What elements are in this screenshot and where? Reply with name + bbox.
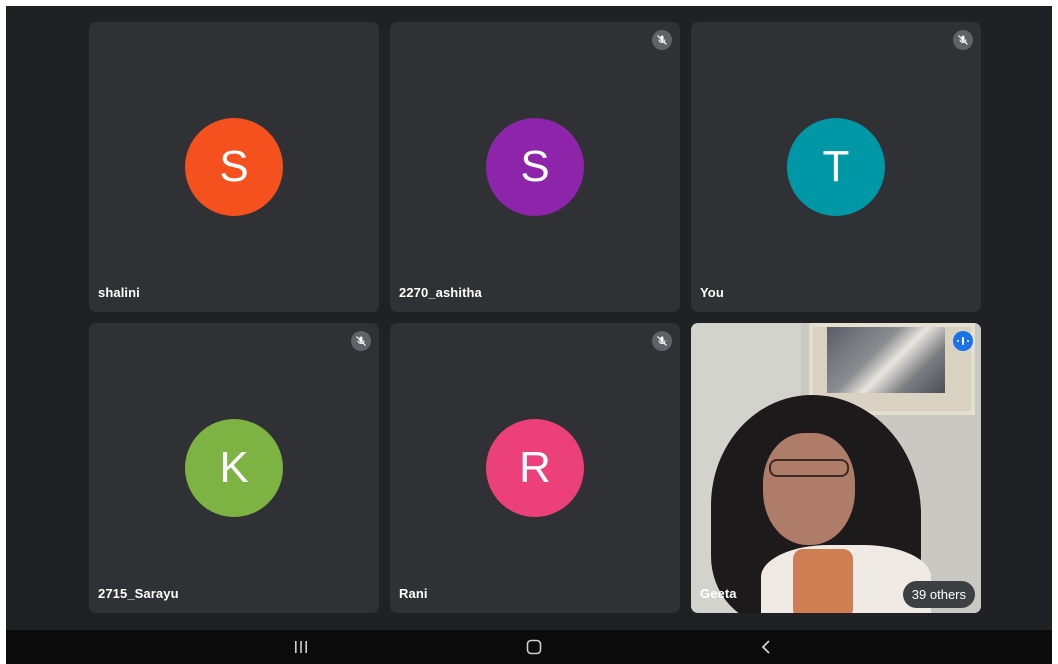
participant-name: shalini xyxy=(98,285,140,300)
avatar: R xyxy=(486,419,584,517)
participant-video-tile[interactable]: Geeta 39 others xyxy=(691,323,981,613)
speaking-indicator-icon xyxy=(953,331,973,351)
others-count-button[interactable]: 39 others xyxy=(902,581,975,608)
home-icon[interactable] xyxy=(504,630,564,664)
mic-off-icon xyxy=(953,30,973,50)
system-navigation-bar xyxy=(6,630,1052,664)
mic-off-icon xyxy=(652,331,672,351)
participant-tile[interactable]: S shalini xyxy=(89,22,379,312)
participant-tile[interactable]: T You xyxy=(691,22,981,312)
participant-name: 2715_Sarayu xyxy=(98,586,179,601)
participant-name: Geeta xyxy=(700,586,737,601)
avatar: T xyxy=(787,118,885,216)
participant-name: Rani xyxy=(399,586,428,601)
participant-tile[interactable]: K 2715_Sarayu xyxy=(89,323,379,613)
avatar: K xyxy=(185,419,283,517)
mic-off-icon xyxy=(351,331,371,351)
meeting-grid: S shalini S 2270_ashitha T You K 2715_Sa… xyxy=(6,6,1052,630)
participant-tile[interactable]: R Rani xyxy=(390,323,680,613)
avatar: S xyxy=(486,118,584,216)
participant-name: 2270_ashitha xyxy=(399,285,482,300)
participant-name: You xyxy=(700,285,724,300)
video-feed xyxy=(691,323,981,613)
back-icon[interactable] xyxy=(736,630,796,664)
recent-apps-icon[interactable] xyxy=(271,630,331,664)
participant-tile[interactable]: S 2270_ashitha xyxy=(390,22,680,312)
avatar: S xyxy=(185,118,283,216)
mic-off-icon xyxy=(652,30,672,50)
